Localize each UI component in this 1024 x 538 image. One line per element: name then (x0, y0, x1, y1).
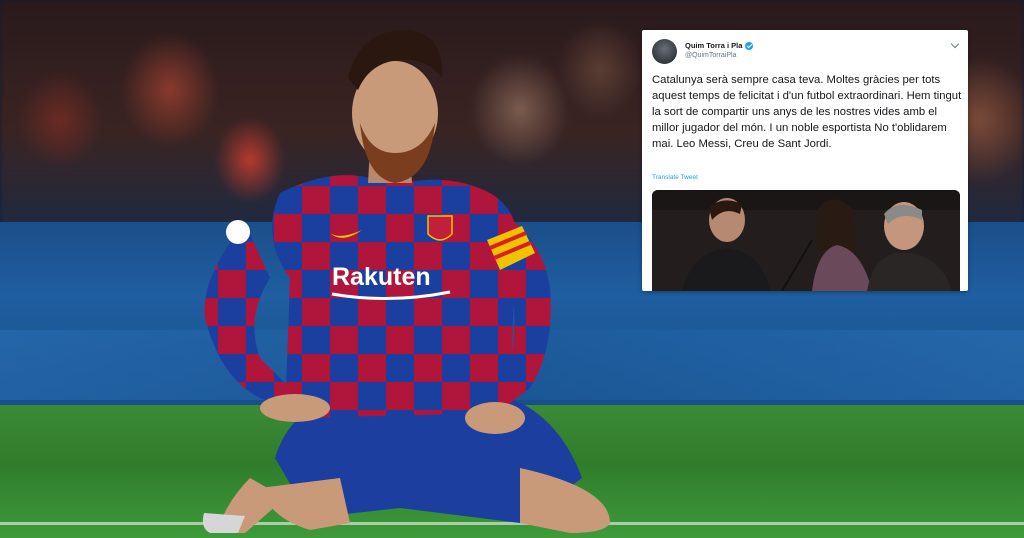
kneeling-footballer: Rakuten (202, 29, 610, 533)
tweet-author[interactable]: Quim Torra i Pla (685, 41, 754, 50)
verified-badge-icon (745, 41, 754, 50)
translate-tweet-link[interactable]: Translate Tweet (652, 174, 698, 181)
player-left-hand (465, 402, 525, 434)
tweet-photo[interactable] (652, 190, 960, 291)
chevron-down-icon[interactable] (950, 39, 960, 49)
club-crest-icon (427, 215, 453, 241)
player-thigh (260, 478, 350, 530)
avatar[interactable] (652, 39, 677, 64)
author-handle[interactable]: @QuimTorraiPla (685, 52, 736, 59)
tweet-text: Catalunya serà sempre casa teva. Moltes … (652, 74, 962, 150)
player-right-boot (202, 513, 245, 533)
player-jersey (272, 175, 518, 418)
author-name[interactable]: Quim Torra i Pla (685, 41, 742, 50)
league-badge-icon (226, 220, 250, 244)
tweet-card[interactable]: Quim Torra i Pla @QuimTorraiPla Cataluny… (642, 30, 968, 291)
player-right-hand (260, 394, 330, 422)
jersey-sponsor: Rakuten (332, 263, 431, 291)
tweet-photo-image (652, 190, 960, 291)
